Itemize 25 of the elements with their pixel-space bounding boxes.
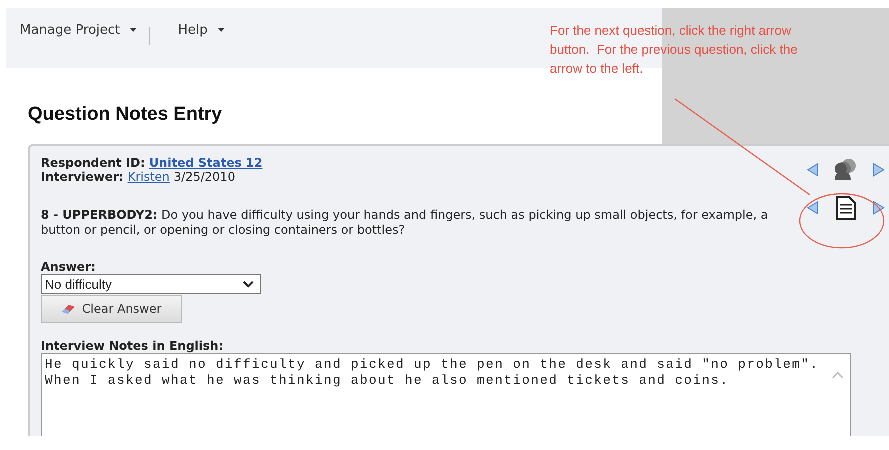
clear-answer-button[interactable]: Clear Answer xyxy=(41,295,182,323)
notes-field[interactable]: He quickly said no difficulty and picked up the pen on the desk and said "no problem". When I asked what he was thinking about he also mentioned tickets and coins. xyxy=(41,353,851,436)
caret-icon xyxy=(218,28,225,32)
interviewer-link[interactable]: Kristen xyxy=(128,170,170,184)
answer-label: Answer: xyxy=(41,260,97,274)
right-arrow-button[interactable] xyxy=(873,201,885,215)
right-arrow-button[interactable] xyxy=(873,163,885,177)
document-icon[interactable] xyxy=(836,196,856,220)
left-arrow-button[interactable] xyxy=(807,201,819,215)
menu-item[interactable]: Manage Project xyxy=(20,15,138,45)
answer-dropdown[interactable]: No difficulty xyxy=(41,274,261,294)
left-arrow-button[interactable] xyxy=(807,163,819,177)
chevron-down-icon xyxy=(243,280,254,288)
menu-item[interactable]: Help xyxy=(178,15,225,45)
notes-label: Interview Notes in English: xyxy=(41,339,224,353)
page-title: Question Notes Entry xyxy=(28,104,224,127)
caret-icon xyxy=(130,28,138,32)
question-text: 8 - UPPERBODY2: Do you have difficulty using your hands and fingers, such as picking up small objects, for example, a button or pencil, or opening or closing containers or bottles? xyxy=(41,208,770,238)
field-label: Respondent ID: xyxy=(41,156,146,170)
scroll-up-icon xyxy=(832,372,844,379)
eraser-icon xyxy=(61,303,78,315)
respondent-link[interactable]: United States 12 xyxy=(149,156,263,170)
annotation-text: For the next question, click the right arrow button. For the previous question, click the arrow to the left. xyxy=(550,22,799,78)
date-text: 3/25/2010 xyxy=(174,170,236,184)
field-label: Interviewer: xyxy=(41,170,124,184)
